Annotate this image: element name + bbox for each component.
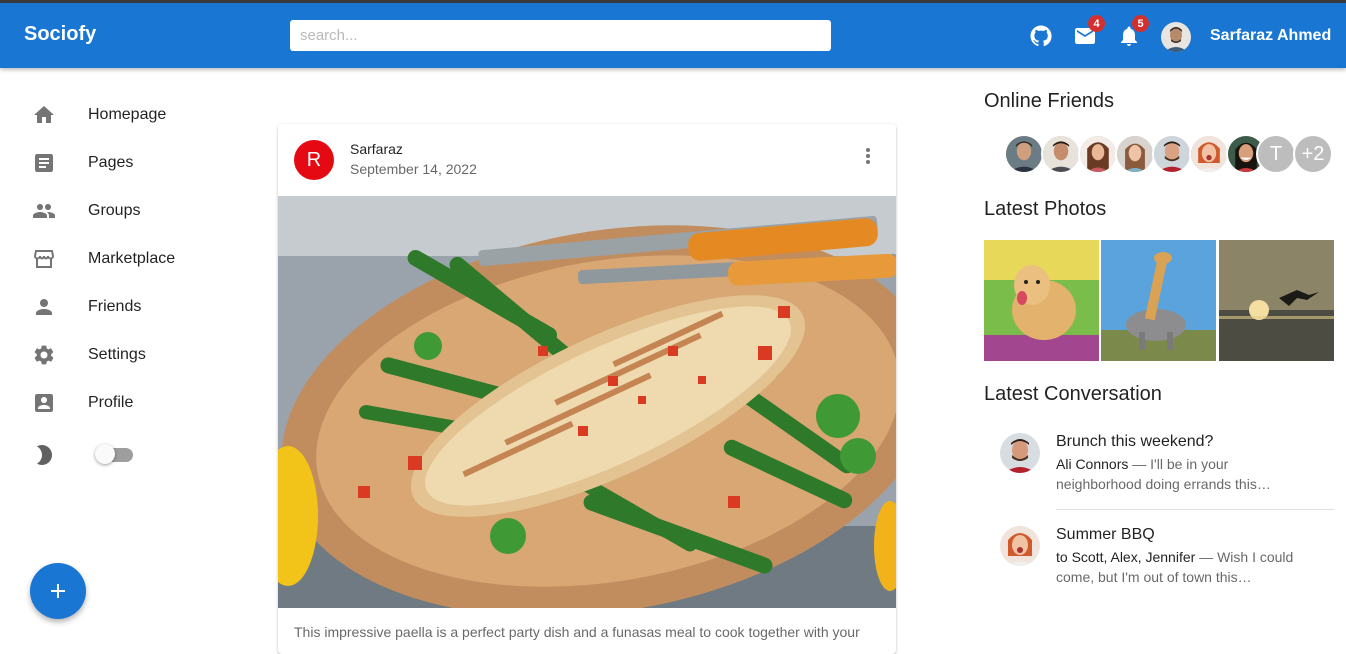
notifications-badge: 5 bbox=[1132, 15, 1149, 32]
post-date: September 14, 2022 bbox=[350, 161, 477, 177]
conversation-divider bbox=[1056, 509, 1334, 510]
settings-icon bbox=[32, 343, 56, 367]
dark-mode-icon bbox=[32, 443, 56, 467]
article-icon bbox=[32, 151, 56, 175]
friend-avatar[interactable] bbox=[1004, 134, 1044, 174]
more-vert-icon[interactable] bbox=[856, 144, 880, 168]
post-author-avatar[interactable]: R bbox=[294, 140, 334, 180]
conversation-preview: to Scott, Alex, Jennifer — Wish I could … bbox=[1056, 547, 1316, 587]
sidebar-item-label: Profile bbox=[88, 394, 134, 411]
user-name[interactable]: Sarfaraz Ahmed bbox=[1210, 27, 1331, 45]
post-author-name: Sarfaraz bbox=[350, 141, 403, 157]
conversation-sender: Ali Connors bbox=[1056, 456, 1129, 472]
friend-avatar[interactable] bbox=[1078, 134, 1118, 174]
sidebar-item-groups[interactable]: Groups bbox=[0, 187, 240, 235]
friend-avatar[interactable] bbox=[1115, 134, 1155, 174]
sidebar-item-label: Friends bbox=[88, 298, 142, 315]
conversation-preview: Ali Connors — I'll be in your neighborho… bbox=[1056, 454, 1316, 494]
sidebar-item-label: Homepage bbox=[88, 106, 167, 123]
sidebar-item-settings[interactable]: Settings bbox=[0, 331, 240, 379]
sidebar-item-friends[interactable]: Friends bbox=[0, 283, 240, 331]
toggle-thumb bbox=[95, 444, 115, 464]
conversation-item[interactable]: Summer BBQ to Scott, Alex, Jennifer — Wi… bbox=[984, 518, 1334, 598]
github-icon[interactable] bbox=[1029, 24, 1053, 48]
post-card: R Sarfaraz September 14, 2022 This impre… bbox=[278, 124, 896, 654]
conversation-avatar bbox=[1000, 526, 1040, 566]
group-icon bbox=[32, 199, 56, 223]
app-bar: Sociofy 4 5 Sarfaraz Ahmed bbox=[0, 3, 1346, 68]
friend-avatar[interactable] bbox=[1189, 134, 1229, 174]
brand-logo[interactable]: Sociofy bbox=[24, 23, 96, 46]
search-input[interactable] bbox=[290, 20, 831, 51]
latest-photo-giraffe[interactable] bbox=[1101, 240, 1216, 361]
sidebar-item-marketplace[interactable]: Marketplace bbox=[0, 235, 240, 283]
conversation-title: Summer BBQ bbox=[1056, 526, 1155, 543]
sidebar-item-profile[interactable]: Profile bbox=[0, 379, 240, 427]
latest-photo-dog[interactable] bbox=[984, 240, 1099, 361]
sidebar-item-label: Settings bbox=[88, 346, 146, 363]
friend-avatar[interactable] bbox=[1041, 134, 1081, 174]
add-post-button[interactable] bbox=[30, 563, 86, 619]
mail-badge: 4 bbox=[1088, 15, 1105, 32]
post-text: This impressive paella is a perfect part… bbox=[294, 624, 860, 640]
sidebar-item-label: Groups bbox=[88, 202, 141, 219]
conversation-avatar bbox=[1000, 433, 1040, 473]
sidebar-item-label: Marketplace bbox=[88, 250, 176, 267]
person-icon bbox=[32, 295, 56, 319]
latest-photos-title: Latest Photos bbox=[984, 198, 1107, 220]
friend-avatar-initial[interactable]: T bbox=[1256, 134, 1296, 174]
conversation-item[interactable]: Brunch this weekend? Ali Connors — I'll … bbox=[984, 425, 1334, 505]
dark-mode-toggle[interactable] bbox=[95, 444, 135, 466]
online-friends-title: Online Friends bbox=[984, 90, 1115, 112]
account-box-icon bbox=[32, 391, 56, 415]
post-image[interactable] bbox=[278, 196, 896, 617]
latest-photo-sunset[interactable] bbox=[1219, 240, 1334, 361]
conversation-title: Brunch this weekend? bbox=[1056, 433, 1214, 450]
latest-conversation-title: Latest Conversation bbox=[984, 383, 1162, 405]
add-icon bbox=[51, 584, 65, 598]
user-avatar[interactable] bbox=[1161, 22, 1191, 52]
sidebar-item-homepage[interactable]: Homepage bbox=[0, 91, 240, 139]
home-icon bbox=[32, 103, 56, 127]
sidebar-item-pages[interactable]: Pages bbox=[0, 139, 240, 187]
conversation-sender: to Scott, Alex, Jennifer bbox=[1056, 549, 1196, 565]
sidebar-item-label: Pages bbox=[88, 154, 134, 171]
more-friends-count[interactable]: +2 bbox=[1293, 134, 1333, 174]
storefront-icon bbox=[32, 247, 56, 271]
friend-avatar[interactable] bbox=[1152, 134, 1192, 174]
